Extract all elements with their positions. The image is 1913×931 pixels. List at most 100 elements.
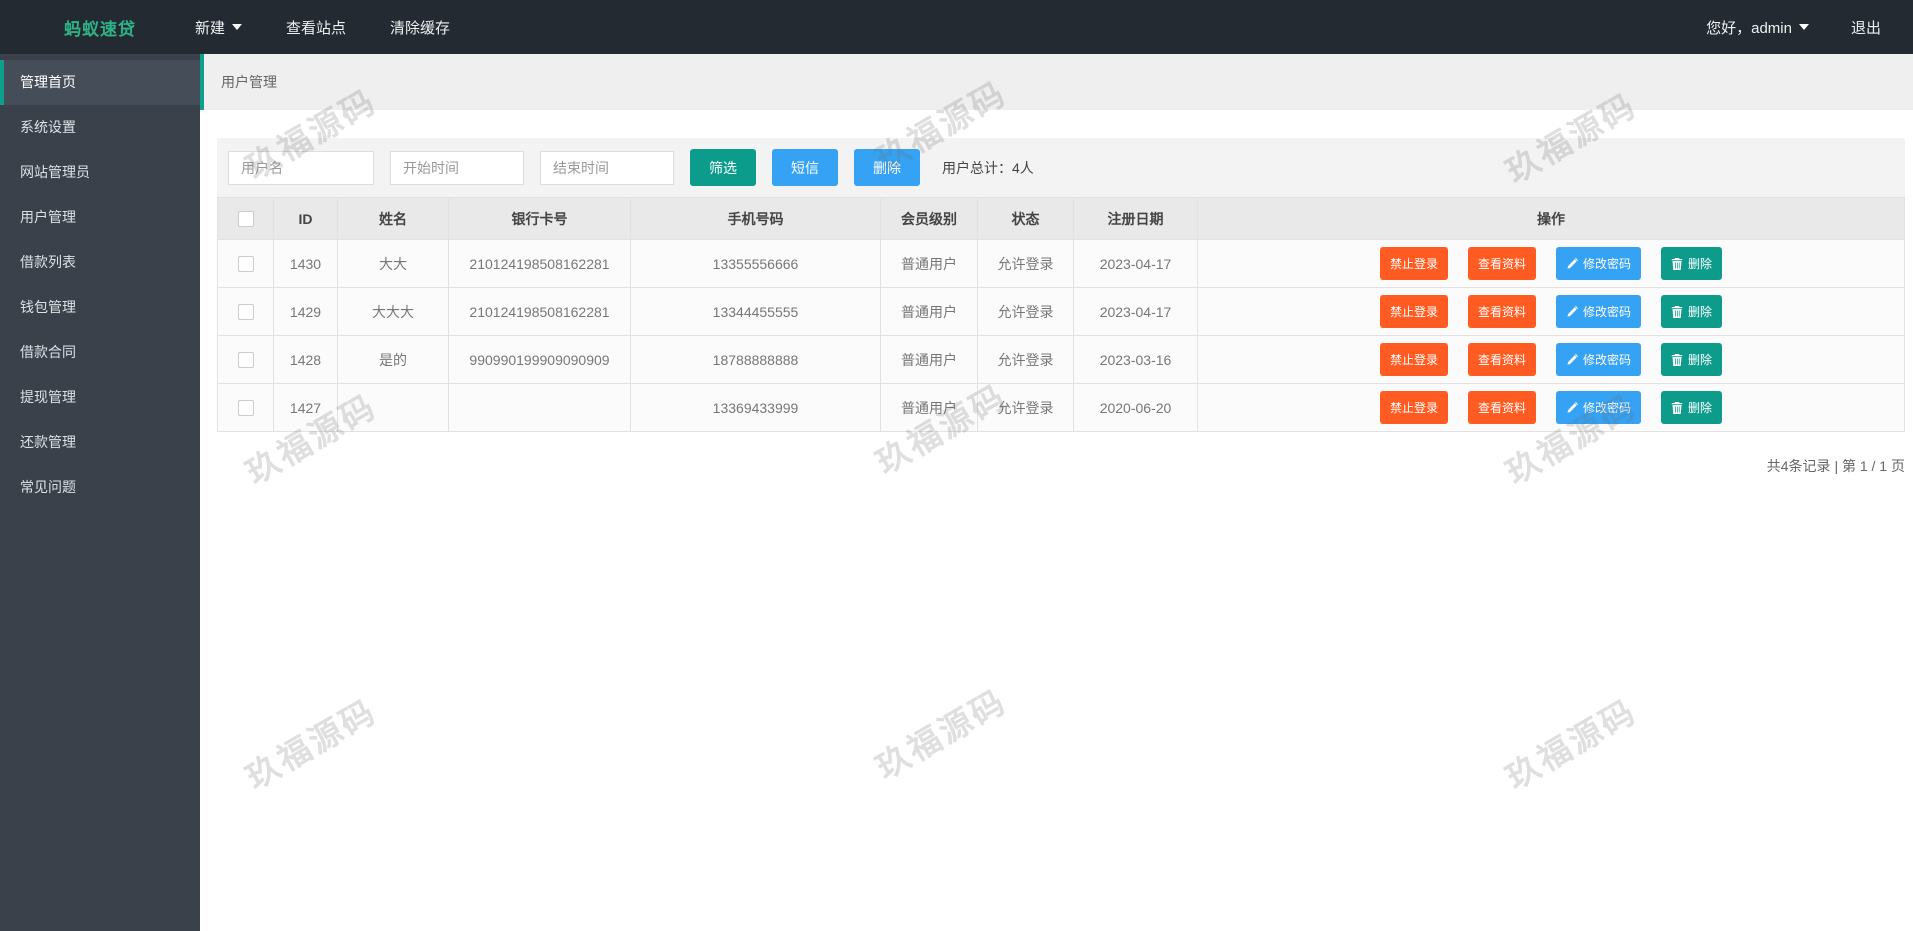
delete-row-label: 删除 bbox=[1688, 303, 1712, 320]
header-reg-date: 注册日期 bbox=[1074, 198, 1198, 240]
row-actions: 禁止登录 查看资料 修改密码 删除 bbox=[1198, 247, 1904, 280]
delete-row-button[interactable]: 删除 bbox=[1661, 295, 1722, 328]
sidebar-item-loan-list[interactable]: 借款列表 bbox=[0, 240, 200, 285]
navbar-user-area: 您好，admin 退出 bbox=[1706, 17, 1913, 38]
sidebar-item-withdraw-management[interactable]: 提现管理 bbox=[0, 375, 200, 420]
logout-button[interactable]: 退出 bbox=[1851, 17, 1881, 38]
navbar-menu: 新建 查看站点 清除缓存 bbox=[195, 17, 450, 38]
content-panel: 筛选 短信 删除 用户总计：4人 ID 姓名 银行卡号 手机号码 会员级别 状态… bbox=[200, 110, 1913, 476]
cell-bank-card: 210124198508162281 bbox=[449, 240, 631, 288]
change-password-label: 修改密码 bbox=[1583, 303, 1631, 320]
sidebar-item-user-management[interactable]: 用户管理 bbox=[0, 195, 200, 240]
end-time-input[interactable] bbox=[540, 151, 674, 185]
cell-phone: 13369433999 bbox=[631, 384, 881, 432]
sidebar-nav: 管理首页 系统设置 网站管理员 用户管理 借款列表 钱包管理 借款合同 提现管理… bbox=[0, 54, 200, 931]
row-actions: 禁止登录 查看资料 修改密码 删除 bbox=[1198, 343, 1904, 376]
header-name: 姓名 bbox=[338, 198, 449, 240]
pagination-info: 共4条记录 | 第 1 / 1 页 bbox=[217, 456, 1905, 476]
user-dropdown[interactable]: 您好，admin bbox=[1706, 17, 1809, 38]
table-row: 1429 大大大 210124198508162281 13344455555 … bbox=[218, 288, 1905, 336]
ban-login-button[interactable]: 禁止登录 bbox=[1380, 247, 1448, 280]
trash-icon bbox=[1671, 306, 1683, 318]
row-checkbox[interactable] bbox=[238, 352, 254, 368]
cell-status: 允许登录 bbox=[978, 336, 1074, 384]
trash-icon bbox=[1671, 258, 1683, 270]
sidebar-item-wallet-management[interactable]: 钱包管理 bbox=[0, 285, 200, 330]
pencil-icon bbox=[1566, 402, 1578, 414]
header-phone: 手机号码 bbox=[631, 198, 881, 240]
filter-button[interactable]: 筛选 bbox=[690, 149, 756, 186]
cell-bank-card: 990990199909090909 bbox=[449, 336, 631, 384]
sms-button[interactable]: 短信 bbox=[772, 149, 838, 186]
ban-login-button[interactable]: 禁止登录 bbox=[1380, 391, 1448, 424]
table-row: 1428 是的 990990199909090909 18788888888 普… bbox=[218, 336, 1905, 384]
row-checkbox[interactable] bbox=[238, 304, 254, 320]
cell-name: 大大大 bbox=[338, 288, 449, 336]
row-checkbox[interactable] bbox=[238, 400, 254, 416]
delete-row-button[interactable]: 删除 bbox=[1661, 391, 1722, 424]
cell-id: 1430 bbox=[274, 240, 338, 288]
header-status: 状态 bbox=[978, 198, 1074, 240]
user-greeting: 您好，admin bbox=[1706, 17, 1792, 38]
cell-bank-card bbox=[449, 384, 631, 432]
sidebar-item-repayment-management[interactable]: 还款管理 bbox=[0, 420, 200, 465]
users-table: ID 姓名 银行卡号 手机号码 会员级别 状态 注册日期 操作 1430 大大 … bbox=[217, 197, 1905, 432]
nav-item-new[interactable]: 新建 bbox=[195, 17, 242, 38]
view-profile-button[interactable]: 查看资料 bbox=[1468, 391, 1536, 424]
cell-id: 1427 bbox=[274, 384, 338, 432]
cell-status: 允许登录 bbox=[978, 288, 1074, 336]
delete-row-label: 删除 bbox=[1688, 255, 1712, 272]
change-password-button[interactable]: 修改密码 bbox=[1556, 295, 1641, 328]
delete-row-label: 删除 bbox=[1688, 351, 1712, 368]
cell-bank-card: 210124198508162281 bbox=[449, 288, 631, 336]
change-password-button[interactable]: 修改密码 bbox=[1556, 247, 1641, 280]
start-time-input[interactable] bbox=[390, 151, 524, 185]
cell-id: 1428 bbox=[274, 336, 338, 384]
nav-item-view-site[interactable]: 查看站点 bbox=[286, 17, 346, 38]
main-content: 用户管理 筛选 短信 删除 用户总计：4人 ID 姓名 银行卡号 bbox=[200, 54, 1913, 931]
ban-login-button[interactable]: 禁止登录 bbox=[1380, 343, 1448, 376]
cell-name: 大大 bbox=[338, 240, 449, 288]
cell-level: 普通用户 bbox=[881, 240, 978, 288]
cell-reg-date: 2023-03-16 bbox=[1074, 336, 1198, 384]
caret-down-icon bbox=[1799, 24, 1809, 30]
table-row: 1427 13369433999 普通用户 允许登录 2020-06-20 禁止… bbox=[218, 384, 1905, 432]
table-row: 1430 大大 210124198508162281 13355556666 普… bbox=[218, 240, 1905, 288]
view-profile-button[interactable]: 查看资料 bbox=[1468, 247, 1536, 280]
brand-logo: 蚂蚁速贷 bbox=[0, 15, 200, 40]
breadcrumb: 用户管理 bbox=[200, 54, 1913, 110]
view-profile-button[interactable]: 查看资料 bbox=[1468, 343, 1536, 376]
sidebar-item-site-admins[interactable]: 网站管理员 bbox=[0, 150, 200, 195]
sidebar-item-home[interactable]: 管理首页 bbox=[0, 60, 200, 105]
pencil-icon bbox=[1566, 258, 1578, 270]
user-total-label: 用户总计：4人 bbox=[942, 158, 1034, 178]
change-password-label: 修改密码 bbox=[1583, 399, 1631, 416]
row-checkbox[interactable] bbox=[238, 256, 254, 272]
caret-down-icon bbox=[232, 24, 242, 30]
filter-bar: 筛选 短信 删除 用户总计：4人 bbox=[217, 138, 1905, 197]
delete-row-button[interactable]: 删除 bbox=[1661, 247, 1722, 280]
sidebar-item-faq[interactable]: 常见问题 bbox=[0, 465, 200, 510]
select-all-header bbox=[218, 198, 274, 240]
ban-login-button[interactable]: 禁止登录 bbox=[1380, 295, 1448, 328]
cell-id: 1429 bbox=[274, 288, 338, 336]
row-actions: 禁止登录 查看资料 修改密码 删除 bbox=[1198, 295, 1904, 328]
cell-level: 普通用户 bbox=[881, 384, 978, 432]
change-password-button[interactable]: 修改密码 bbox=[1556, 343, 1641, 376]
sidebar-item-loan-contract[interactable]: 借款合同 bbox=[0, 330, 200, 375]
delete-selected-button[interactable]: 删除 bbox=[854, 149, 920, 186]
trash-icon bbox=[1671, 354, 1683, 366]
change-password-label: 修改密码 bbox=[1583, 255, 1631, 272]
select-all-checkbox[interactable] bbox=[238, 211, 254, 227]
username-input[interactable] bbox=[228, 151, 374, 185]
sidebar-item-system-settings[interactable]: 系统设置 bbox=[0, 105, 200, 150]
header-actions: 操作 bbox=[1198, 198, 1905, 240]
delete-row-button[interactable]: 删除 bbox=[1661, 343, 1722, 376]
change-password-button[interactable]: 修改密码 bbox=[1556, 391, 1641, 424]
pencil-icon bbox=[1566, 354, 1578, 366]
cell-phone: 13355556666 bbox=[631, 240, 881, 288]
nav-item-clear-cache[interactable]: 清除缓存 bbox=[390, 17, 450, 38]
cell-reg-date: 2023-04-17 bbox=[1074, 240, 1198, 288]
view-profile-button[interactable]: 查看资料 bbox=[1468, 295, 1536, 328]
cell-reg-date: 2020-06-20 bbox=[1074, 384, 1198, 432]
